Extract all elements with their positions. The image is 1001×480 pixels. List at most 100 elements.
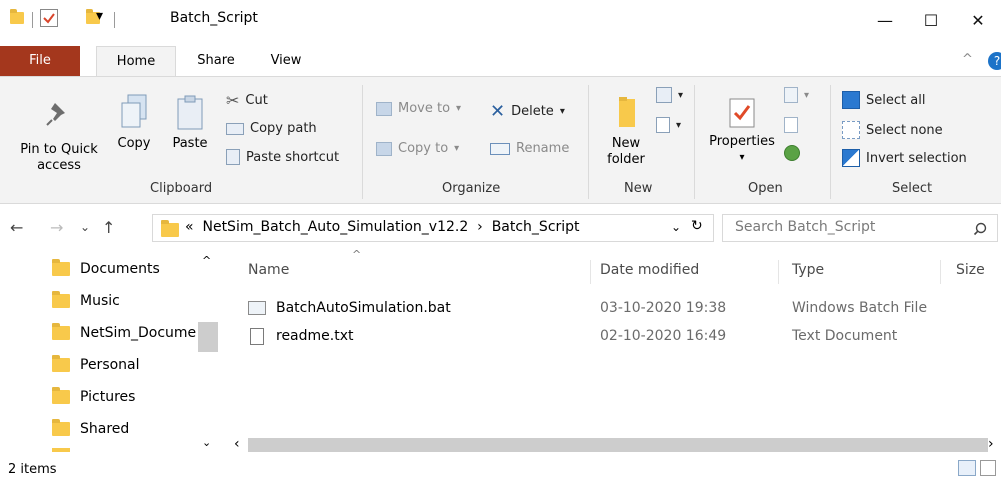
- folder-icon: [52, 291, 70, 308]
- paste-label: Paste: [172, 136, 208, 151]
- column-divider[interactable]: [940, 260, 941, 284]
- history-button[interactable]: [784, 145, 800, 161]
- column-header-type[interactable]: Type: [792, 262, 824, 278]
- new-item-button[interactable]: ▾: [656, 87, 683, 103]
- select-all-label: Select all: [866, 92, 926, 108]
- pin-icon: [46, 103, 65, 126]
- open-icon: [784, 87, 798, 103]
- column-divider[interactable]: [778, 260, 779, 284]
- table-row[interactable]: readme.txt 02-10-2020 16:49 Text Documen…: [232, 326, 1001, 348]
- paste-icon: [177, 95, 203, 130]
- tab-file[interactable]: File: [0, 46, 80, 76]
- customize-quick-access-icon[interactable]: ▾: [96, 8, 103, 24]
- scroll-up-icon[interactable]: ^: [202, 254, 211, 267]
- cut-button[interactable]: ✂ Cut: [226, 91, 268, 110]
- item-count: 2 items: [8, 462, 57, 477]
- copy-path-icon: [226, 122, 244, 135]
- invert-selection-button[interactable]: Invert selection: [842, 149, 967, 167]
- file-date: 02-10-2020 16:49: [600, 328, 727, 344]
- folder-icon: [52, 419, 70, 436]
- scroll-left-icon[interactable]: ‹: [234, 436, 240, 452]
- horizontal-scrollbar-thumb[interactable]: [248, 438, 988, 452]
- delete-label: Delete: [511, 104, 554, 119]
- minimize-button[interactable]: —: [862, 0, 908, 40]
- large-icons-view-icon[interactable]: [980, 460, 996, 476]
- column-header-name[interactable]: Name: [248, 262, 289, 278]
- scissors-icon: ✂: [226, 91, 240, 110]
- refresh-icon[interactable]: ↻: [691, 218, 703, 234]
- breadcrumb-separator[interactable]: ›: [477, 219, 483, 235]
- column-header-size[interactable]: Size: [956, 262, 985, 278]
- nav-item-personal[interactable]: Personal: [52, 352, 140, 378]
- move-to-label: Move to: [398, 101, 451, 116]
- paste-shortcut-icon: [226, 149, 240, 165]
- paste-button[interactable]: Paste: [166, 93, 214, 152]
- nav-scrollbar-thumb[interactable]: [198, 322, 218, 352]
- delete-button[interactable]: ✕ Delete ▾: [490, 101, 565, 122]
- address-bar[interactable]: « NetSim_Batch_Auto_Simulation_v12.2 › B…: [152, 214, 714, 242]
- pin-to-quick-access-button[interactable]: Pin to Quick access: [14, 97, 104, 174]
- select-all-button[interactable]: Select all: [842, 91, 925, 109]
- rename-button[interactable]: Rename: [490, 141, 569, 156]
- chevron-down-icon: ▾: [739, 152, 745, 163]
- copy-button[interactable]: Copy: [114, 93, 154, 152]
- table-row[interactable]: BatchAutoSimulation.bat 03-10-2020 19:38…: [232, 298, 1001, 320]
- back-arrow-icon[interactable]: ←: [10, 218, 23, 237]
- nav-item-label: Pictures: [80, 389, 136, 405]
- properties-quick-access-icon[interactable]: [40, 9, 58, 27]
- easy-access-button[interactable]: ▾: [656, 117, 681, 133]
- file-type: Windows Batch File: [792, 300, 928, 316]
- nav-item-shared[interactable]: Shared: [52, 416, 129, 442]
- nav-item-netsim-documents[interactable]: NetSim_Docume: [52, 320, 196, 346]
- column-divider[interactable]: [590, 260, 591, 284]
- edit-button[interactable]: [784, 117, 798, 133]
- breadcrumb-item[interactable]: NetSim_Batch_Auto_Simulation_v12.2: [202, 219, 468, 235]
- paste-shortcut-button[interactable]: Paste shortcut: [226, 149, 339, 165]
- breadcrumb-overflow[interactable]: «: [185, 219, 194, 235]
- new-folder-button[interactable]: New folder: [604, 93, 648, 168]
- easy-access-icon: [656, 117, 670, 133]
- search-input[interactable]: Search Batch_Script: [722, 214, 998, 242]
- select-none-button[interactable]: Select none: [842, 121, 943, 139]
- select-none-icon: [842, 121, 860, 139]
- pin-label-line2: access: [37, 158, 81, 173]
- file-name: BatchAutoSimulation.bat: [276, 300, 451, 316]
- open-button[interactable]: ▾: [784, 87, 809, 103]
- new-group-label: New: [624, 181, 653, 196]
- copy-path-button[interactable]: Copy path: [226, 121, 317, 136]
- divider: [32, 12, 33, 28]
- help-icon[interactable]: ?: [988, 52, 1001, 70]
- breadcrumb-item[interactable]: Batch_Script: [492, 219, 580, 235]
- nav-item-documents[interactable]: Documents: [52, 256, 160, 282]
- copy-to-button[interactable]: Copy to ▾: [376, 141, 459, 156]
- properties-button[interactable]: Properties ▾: [704, 93, 780, 166]
- details-view-icon[interactable]: [958, 460, 976, 476]
- tab-home[interactable]: Home: [96, 46, 176, 76]
- move-to-button[interactable]: Move to ▾: [376, 101, 461, 116]
- file-date: 03-10-2020 19:38: [600, 300, 727, 316]
- file-type: Text Document: [792, 328, 898, 344]
- up-arrow-icon[interactable]: ↑: [102, 218, 115, 237]
- collapse-ribbon-icon[interactable]: ^: [962, 52, 973, 67]
- nav-item-label: NetSim_Docume: [80, 325, 197, 341]
- edit-icon: [784, 117, 798, 133]
- nav-item-pictures[interactable]: Pictures: [52, 384, 135, 410]
- folder-icon: [52, 387, 70, 404]
- tab-share[interactable]: Share: [186, 46, 246, 76]
- tab-view[interactable]: View: [256, 46, 316, 76]
- scroll-right-icon[interactable]: ›: [988, 436, 994, 452]
- nav-item-music[interactable]: Music: [52, 288, 120, 314]
- close-button[interactable]: ✕: [955, 0, 1001, 40]
- recent-locations-icon[interactable]: ⌄: [80, 220, 90, 234]
- group-divider: [694, 85, 695, 199]
- ribbon: Pin to Quick access Copy Paste ✂ Cut Cop…: [0, 76, 1001, 204]
- search-placeholder: Search Batch_Script: [735, 219, 876, 235]
- nav-scrollbar[interactable]: ^ ⌄: [198, 252, 218, 452]
- chevron-down-icon: ▾: [676, 119, 682, 131]
- address-dropdown-icon[interactable]: ⌄: [671, 220, 681, 234]
- forward-arrow-icon[interactable]: →: [50, 218, 63, 237]
- sort-indicator-icon: ^: [352, 248, 362, 261]
- column-header-date-modified[interactable]: Date modified: [600, 262, 699, 278]
- maximize-button[interactable]: ☐: [908, 0, 954, 40]
- scroll-down-icon[interactable]: ⌄: [202, 436, 211, 449]
